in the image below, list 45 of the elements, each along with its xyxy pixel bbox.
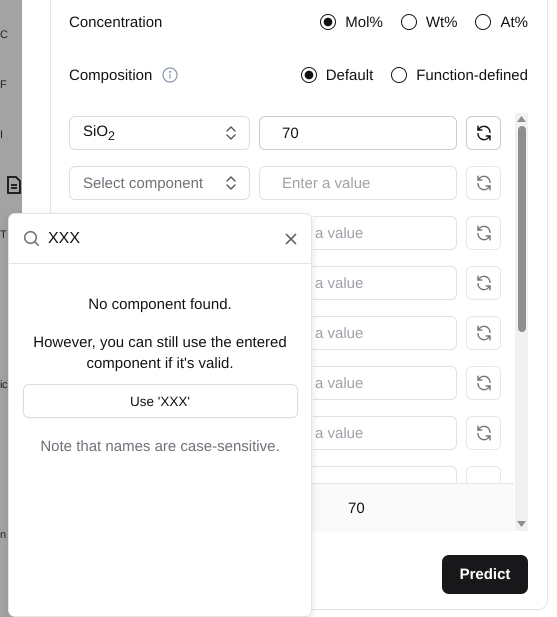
scrollbar-thumb[interactable] xyxy=(518,126,526,332)
radio-button[interactable] xyxy=(400,14,417,30)
sidebar-item[interactable]: C xyxy=(0,29,8,41)
refresh-icon xyxy=(474,174,492,192)
refresh-icon xyxy=(474,274,492,292)
radio-label[interactable]: Wt% xyxy=(426,14,458,30)
note-text: Note that names are case-sensitive. xyxy=(40,438,280,455)
radio-button[interactable] xyxy=(475,14,492,30)
field-label: Concentration xyxy=(69,14,162,30)
use-button[interactable]: Use 'XXX' xyxy=(22,384,298,418)
radio-button[interactable] xyxy=(300,67,317,83)
scroll-down-icon[interactable] xyxy=(517,521,526,527)
document-icon[interactable] xyxy=(6,176,22,194)
sidebar-item[interactable]: n xyxy=(0,529,6,541)
sidebar-item[interactable]: I xyxy=(0,129,3,141)
radio-button[interactable] xyxy=(320,14,336,30)
sidebar-item[interactable]: ic xyxy=(0,379,7,391)
refresh-button[interactable] xyxy=(466,116,501,150)
refresh-icon xyxy=(474,424,492,442)
refresh-icon xyxy=(474,324,492,342)
radio-label[interactable]: Mol% xyxy=(345,14,383,30)
radio-label[interactable]: Function-defined xyxy=(416,66,528,84)
search-field[interactable]: XXX xyxy=(48,230,277,248)
empty-message: No component found. xyxy=(88,296,232,313)
field-label: Composition xyxy=(69,66,152,84)
hint-text: However, you can still use the entered component if it's valid. xyxy=(32,333,288,374)
predict-button[interactable]: Predict xyxy=(442,555,528,594)
total-value: 70 xyxy=(348,500,365,516)
chevron-icon xyxy=(225,125,237,141)
refresh-icon xyxy=(474,224,492,242)
sidebar-item[interactable]: T xyxy=(0,229,6,241)
component-select[interactable]: Select component xyxy=(69,166,250,200)
info-icon[interactable] xyxy=(162,67,178,83)
scroll-up-icon[interactable] xyxy=(517,116,526,122)
search-icon xyxy=(23,230,40,247)
sidebar-item[interactable]: F xyxy=(0,79,6,91)
radio-label[interactable]: Default xyxy=(326,66,374,84)
radio-label[interactable]: At% xyxy=(500,14,528,30)
chevron-icon xyxy=(225,175,237,191)
close-icon[interactable] xyxy=(285,232,297,244)
refresh-icon xyxy=(474,374,492,392)
value-input[interactable]: 70 xyxy=(259,116,457,150)
component-select[interactable]: SiO$_{2}$ xyxy=(69,116,250,150)
radio-button[interactable] xyxy=(391,67,408,83)
refresh-icon xyxy=(474,124,492,142)
